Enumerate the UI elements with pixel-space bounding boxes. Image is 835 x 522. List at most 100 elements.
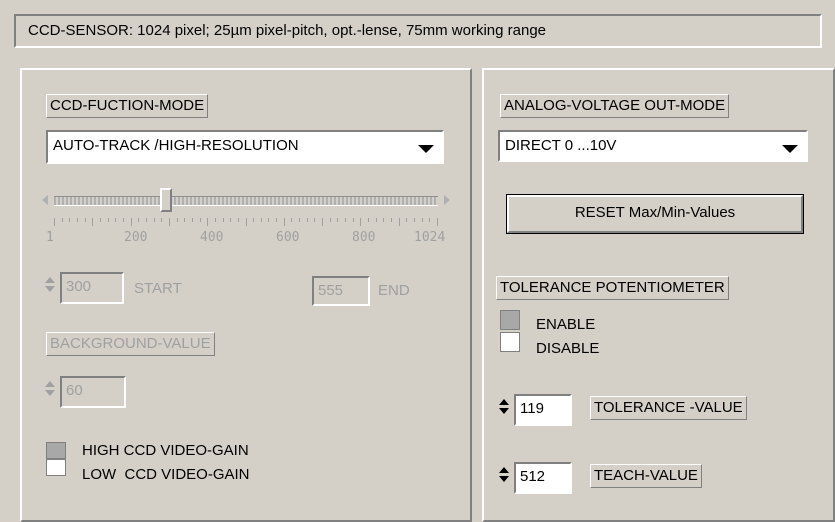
slider-tick	[115, 218, 116, 222]
analog-voltage-mode-select[interactable]: DIRECT 0 ...10V	[498, 130, 808, 162]
tick-label: 200	[124, 230, 148, 245]
slider-tick	[368, 218, 369, 222]
spinner-down-icon	[45, 286, 55, 292]
start-spinner[interactable]	[44, 274, 56, 302]
tick-label: 1	[46, 230, 54, 245]
reset-button-label: RESET Max/Min-Values	[574, 204, 736, 221]
slider-tick	[268, 218, 269, 222]
tolerance-value-field[interactable]: 119	[514, 394, 572, 426]
tolerance-spinner[interactable]	[498, 396, 510, 424]
spinner-down-icon	[45, 390, 55, 396]
slider-tick	[169, 218, 170, 226]
slider-tick	[345, 218, 346, 222]
slider-tick	[429, 218, 430, 222]
slider-tick	[77, 218, 78, 222]
slider-tick	[437, 218, 438, 226]
slider-tick	[391, 218, 392, 222]
slider-tick	[146, 218, 147, 222]
analog-voltage-mode-value: DIRECT 0 ...10V	[505, 137, 617, 154]
slider-tick	[322, 218, 323, 226]
low-gain-label: LOW CCD VIDEO-GAIN	[82, 466, 250, 483]
slider-tick	[223, 218, 224, 222]
end-label: END	[378, 282, 410, 299]
background-spinner[interactable]	[44, 378, 56, 406]
background-value-label: BACKGROUND-VALUE	[46, 332, 215, 356]
sensor-info-bar: CCD-SENSOR: 1024 pixel; 25µm pixel-pitch…	[14, 14, 822, 48]
slider-tick	[291, 218, 292, 222]
slider-tick	[154, 218, 155, 222]
slider-tick	[337, 218, 338, 222]
tick-label: 400	[200, 230, 224, 245]
enable-option[interactable]	[500, 310, 520, 330]
slider-tick	[284, 218, 285, 226]
slider-tick	[100, 218, 101, 222]
slider-tick	[276, 218, 277, 222]
ccd-function-mode-value: AUTO-TRACK /HIGH-RESOLUTION	[53, 137, 299, 154]
slider-tick	[299, 218, 300, 222]
slider-tick-marks	[54, 218, 438, 226]
disable-option[interactable]	[500, 332, 520, 352]
slider-tick	[215, 218, 216, 222]
start-position-slider[interactable]	[40, 188, 452, 212]
disable-label: DISABLE	[536, 340, 600, 357]
slider-tick	[253, 218, 254, 222]
slider-tick	[138, 218, 139, 222]
tick-label: 800	[352, 230, 376, 245]
slider-tick	[261, 218, 262, 222]
slider-tick	[376, 218, 377, 222]
start-value-field[interactable]: 300	[60, 272, 124, 304]
teach-spinner[interactable]	[498, 464, 510, 492]
start-label: START	[134, 280, 182, 297]
analog-voltage-mode-label: ANALOG-VOLTAGE OUT-MODE	[500, 94, 730, 118]
slider-tick	[238, 218, 239, 222]
chevron-down-icon	[782, 145, 798, 153]
low-gain-option[interactable]	[46, 459, 66, 476]
tolerance-value-label: TOLERANCE -VALUE	[590, 396, 747, 420]
background-value: 60	[66, 382, 83, 399]
end-value-field[interactable]: 555	[312, 276, 370, 306]
slider-tick	[85, 218, 86, 222]
analog-output-panel: ANALOG-VOLTAGE OUT-MODE DIRECT 0 ...10V …	[482, 68, 835, 522]
teach-value-label: TEACH-VALUE	[590, 464, 702, 488]
high-gain-option[interactable]	[46, 442, 66, 459]
slider-tick	[200, 218, 201, 222]
slider-tick	[62, 218, 63, 222]
slider-tick	[161, 218, 162, 222]
slider-tick	[92, 218, 93, 226]
tick-label: 1024	[414, 230, 446, 245]
slider-thumb[interactable]	[160, 188, 172, 212]
slider-tick	[399, 218, 400, 226]
slider-tick	[330, 218, 331, 222]
tolerance-potentiometer-label: TOLERANCE POTENTIOMETER	[496, 276, 729, 300]
ccd-function-mode-select[interactable]: AUTO-TRACK /HIGH-RESOLUTION	[46, 130, 444, 164]
spinner-up-icon	[499, 467, 509, 473]
spinner-up-icon	[499, 399, 509, 405]
chevron-down-icon	[418, 145, 434, 153]
slider-tick	[353, 218, 354, 222]
slider-tick	[314, 218, 315, 222]
enable-label: ENABLE	[536, 316, 596, 333]
slider-tick	[54, 218, 55, 226]
slider-tick	[307, 218, 308, 222]
sensor-info-text: CCD-SENSOR: 1024 pixel; 25µm pixel-pitch…	[28, 22, 547, 39]
ccd-function-mode-label: CCD-FUCTION-MODE	[46, 94, 209, 118]
slider-tick	[69, 218, 70, 222]
spinner-up-icon	[45, 381, 55, 387]
slider-right-arrow-icon	[444, 195, 450, 205]
slider-tick	[246, 218, 247, 226]
slider-tick	[414, 218, 415, 222]
slider-track	[54, 196, 438, 206]
teach-value-field[interactable]: 512	[514, 462, 572, 494]
background-value-field[interactable]: 60	[60, 376, 126, 408]
slider-tick	[383, 218, 384, 222]
tolerance-value: 119	[520, 400, 544, 417]
reset-minmax-button[interactable]: RESET Max/Min-Values	[506, 194, 804, 234]
slider-tick-labels: 1 200 400 600 800 1024	[42, 230, 450, 248]
spinner-down-icon	[499, 408, 509, 414]
slider-tick	[422, 218, 423, 222]
tick-label: 600	[276, 230, 300, 245]
slider-tick	[123, 218, 124, 222]
spinner-down-icon	[499, 476, 509, 482]
teach-value: 512	[520, 468, 546, 485]
start-value: 300	[66, 278, 92, 295]
